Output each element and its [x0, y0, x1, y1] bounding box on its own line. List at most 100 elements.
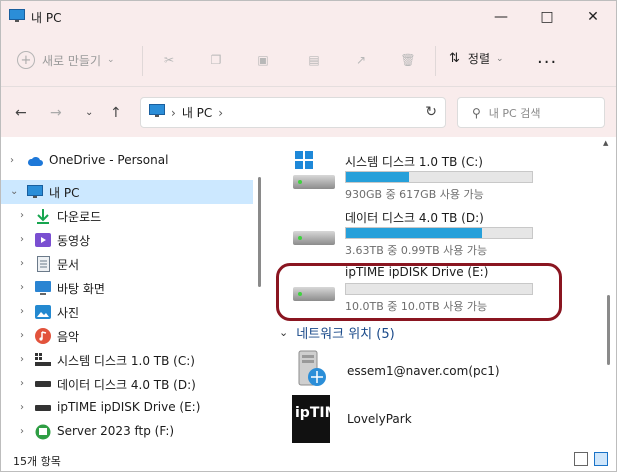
chevron-right-icon[interactable]: › [20, 258, 24, 269]
sidebar-item[interactable]: › 사진 [1, 300, 253, 324]
scrollbar[interactable] [607, 295, 610, 365]
sidebar-item[interactable]: › 동영상 [1, 228, 253, 252]
sidebar-item[interactable]: › 바탕 화면 [1, 276, 253, 300]
refresh-button[interactable]: ↻ [425, 104, 437, 120]
sidebar-item-label: 데이터 디스크 4.0 TB (D:) [57, 378, 196, 392]
plus-icon: + [17, 51, 35, 69]
sidebar-item-label: 문서 [57, 258, 80, 272]
trash-icon: 🗑 [400, 53, 416, 67]
chevron-right-icon[interactable]: › [10, 155, 14, 166]
share-button[interactable]: ↗ [350, 49, 372, 71]
scissors-icon: ✂ [163, 53, 175, 67]
back-button[interactable]: ← [15, 105, 27, 121]
sidebar-item[interactable]: › 문서 [1, 252, 253, 276]
chevron-right-icon[interactable]: › [20, 426, 24, 437]
maximize-button[interactable]: □ [524, 1, 570, 33]
address-bar[interactable]: › 내 PC › ↻ [140, 97, 446, 128]
sidebar-item[interactable]: ⌄ 내 PC [1, 180, 253, 204]
separator [435, 46, 436, 76]
network-item-label: essem1@naver.com(pc1) [347, 364, 500, 378]
svg-text:ipTIME: ipTIME [295, 405, 331, 421]
chevron-right-icon[interactable]: › [20, 210, 24, 221]
up-button[interactable]: ↑ [110, 105, 122, 121]
close-icon: ✕ [587, 9, 599, 25]
sidebar-item-label: 동영상 [57, 234, 91, 248]
forward-button[interactable]: → [50, 105, 62, 121]
tiles-view-icon[interactable] [594, 452, 608, 466]
status-bar: 15개 항목 [1, 449, 616, 471]
drive-tile[interactable]: 데이터 디스크 4.0 TB (D:) 3.63TB 중 0.99TB 사용 가능 [283, 207, 543, 259]
document-icon [35, 256, 51, 272]
navigation-row: ← → ⌄ ↑ › 내 PC › ↻ ⚲ 내 PC 검색 [1, 87, 616, 137]
cloud-icon [27, 153, 43, 169]
paste-button[interactable]: ▣ [252, 49, 274, 71]
network-item-label: LovelyPark [347, 412, 412, 426]
search-box[interactable]: ⚲ 내 PC 검색 [457, 97, 605, 128]
chevron-right-icon[interactable]: › [20, 306, 24, 317]
sidebar-item-label: 바탕 화면 [57, 282, 105, 296]
rename-button[interactable]: ▤ [303, 49, 325, 71]
chevron-right-icon[interactable]: › [20, 402, 24, 413]
sidebar-item[interactable]: › 데이터 디스크 4.0 TB (D:) [1, 372, 253, 396]
scrollbar[interactable] [258, 177, 261, 287]
close-button[interactable]: ✕ [570, 1, 616, 33]
chevron-right-icon[interactable]: › [20, 354, 24, 365]
sidebar-item[interactable]: › 시스템 디스크 1.0 TB (C:) [1, 348, 253, 372]
sidebar-item[interactable]: › OneDrive - Personal [1, 149, 253, 173]
refresh-icon: ↻ [425, 104, 437, 120]
drive-usage-bar [345, 171, 533, 183]
desktop-icon [35, 280, 51, 296]
sidebar-item-label: 사진 [57, 306, 80, 320]
chevron-right-icon[interactable]: › [20, 378, 24, 389]
chevron-right-icon[interactable]: › [20, 282, 24, 293]
chevron-down-icon: ⌄ [107, 55, 115, 65]
sidebar-item[interactable]: › ipTIME ipDISK Drive (E:) [1, 396, 253, 420]
view-switcher [574, 452, 608, 466]
minimize-button[interactable]: — [478, 1, 524, 33]
sidebar-item-label: 다운로드 [57, 210, 102, 224]
chevron-right-icon[interactable]: › [20, 234, 24, 245]
window-title: 내 PC [31, 11, 62, 25]
computer-icon [27, 184, 43, 200]
more-options-button[interactable]: ... [537, 47, 557, 68]
details-view-icon[interactable] [574, 452, 588, 466]
sidebar-item-label: 시스템 디스크 1.0 TB (C:) [57, 354, 195, 368]
chevron-down-icon: ⌄ [496, 53, 504, 64]
recent-locations-button[interactable]: ⌄ [85, 107, 93, 118]
delete-button[interactable]: 🗑 [397, 49, 419, 71]
sidebar-item[interactable]: › 다운로드 [1, 204, 253, 228]
drive-tile[interactable]: 시스템 디스크 1.0 TB (C:) 930GB 중 617GB 사용 가능 [283, 151, 543, 203]
drive-usage-bar [345, 227, 533, 239]
scroll-up-icon[interactable]: ▲ [603, 139, 608, 147]
download-icon [35, 208, 51, 224]
sidebar-item[interactable]: › Server 2023 ftp (F:) [1, 420, 253, 444]
network-item[interactable]: ipTIME LovelyPark [291, 393, 412, 446]
video-icon [35, 232, 51, 248]
iptime-logo-icon: ipTIME [291, 393, 348, 446]
title-bar: 내 PC — □ ✕ [1, 1, 616, 33]
chevron-down-icon: ⌄ [279, 326, 289, 339]
sidebar-item[interactable]: › 음악 [1, 324, 253, 348]
sidebar-item-label: 음악 [57, 330, 80, 344]
network-group-header[interactable]: ⌄ 네트워크 위치 (5) [279, 323, 395, 342]
drive-capacity: 3.63TB 중 0.99TB 사용 가능 [345, 244, 488, 257]
drive-name: 시스템 디스크 1.0 TB (C:) [345, 155, 483, 169]
arrow-left-icon: ← [15, 105, 27, 121]
content-pane: 시스템 디스크 1.0 TB (C:) 930GB 중 617GB 사용 가능 데이… [263, 137, 616, 449]
arrow-right-icon: → [50, 105, 62, 121]
new-button[interactable]: + 새로 만들기 ⌄ [17, 47, 115, 73]
chevron-right-icon: › [171, 105, 176, 120]
selection-highlight [276, 263, 562, 321]
chevron-right-icon: › [218, 105, 224, 120]
cut-button[interactable]: ✂ [158, 49, 180, 71]
chevron-right-icon[interactable]: › [20, 330, 24, 341]
drive-usage-fill [346, 228, 482, 238]
sidebar-item-label: 내 PC [49, 186, 80, 200]
drive-icon [35, 400, 51, 416]
sort-icon: ⇅ [449, 51, 460, 66]
sort-button[interactable]: ⇅ 정렬 ⌄ [449, 50, 504, 67]
copy-button[interactable]: ❐ [205, 49, 227, 71]
network-item[interactable]: essem1@naver.com(pc1) [291, 347, 500, 395]
chevron-down-icon[interactable]: ⌄ [10, 186, 18, 197]
network-group-label: 네트워크 위치 (5) [296, 327, 395, 342]
